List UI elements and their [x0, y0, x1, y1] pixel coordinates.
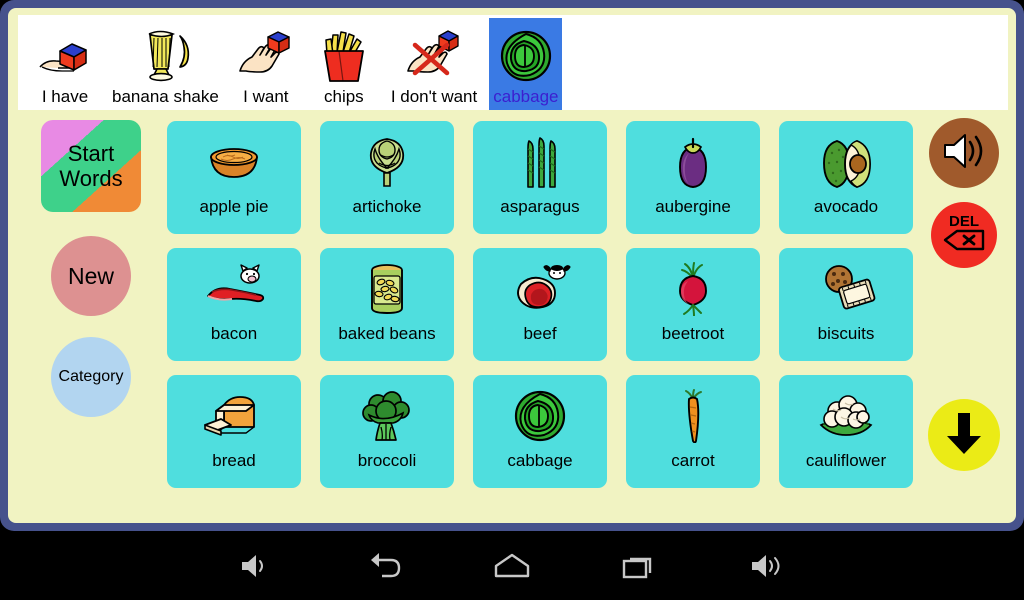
word-tile-bread[interactable]: bread [167, 375, 301, 488]
start-words-line2: Words [59, 166, 123, 191]
new-button-label: New [67, 262, 114, 289]
category-button-label: Category [58, 368, 124, 385]
word-tile-broccoli[interactable]: broccoli [320, 375, 454, 488]
start-words-button[interactable]: Start Words [41, 120, 141, 212]
new-button[interactable]: New [51, 236, 131, 316]
speaker-icon [941, 131, 987, 176]
fries-icon [313, 26, 375, 86]
sentence-item-cabbage[interactable]: cabbage [489, 18, 563, 110]
word-tile-aubergine[interactable]: aubergine [626, 121, 760, 234]
word-tile-label: carrot [671, 451, 715, 470]
word-tile-label: apple pie [199, 197, 269, 216]
word-tile-biscuits[interactable]: biscuits [779, 248, 913, 361]
sentence-item-label: chips [323, 87, 364, 106]
word-tile-artichoke[interactable]: artichoke [320, 121, 454, 234]
word-tile-carrot[interactable]: carrot [626, 375, 760, 488]
app-window: I have banana shake I want chips I don't… [0, 0, 1024, 531]
word-tile-label: avocado [813, 197, 879, 216]
word-tile-label: biscuits [817, 324, 875, 343]
asparagus-icon [507, 133, 573, 191]
apple-pie-icon [201, 133, 267, 191]
word-tile-avocado[interactable]: avocado [779, 121, 913, 234]
word-tile-label: baked beans [338, 324, 436, 343]
category-button[interactable]: Category [51, 337, 131, 417]
delete-button[interactable]: DEL [931, 202, 997, 268]
back-icon[interactable] [320, 531, 448, 600]
word-tile-label: artichoke [352, 197, 422, 216]
android-nav-bar [0, 531, 1024, 600]
sentence-item-label: I have [41, 87, 89, 106]
word-tile-cauliflower[interactable]: cauliflower [779, 375, 913, 488]
volume-up-icon[interactable] [704, 531, 832, 600]
word-tile-label: beetroot [661, 324, 725, 343]
word-tile-beef[interactable]: beef [473, 248, 607, 361]
carrot-icon [660, 387, 726, 445]
right-control-rail: DEL [922, 118, 1006, 471]
app-surface: I have banana shake I want chips I don't… [8, 8, 1016, 523]
word-tile-label: cauliflower [805, 451, 887, 470]
sentence-item-label: I want [243, 87, 289, 106]
volume-down-icon[interactable] [192, 531, 320, 600]
word-grid: apple pie artichoke asparagus aubergine … [167, 121, 913, 488]
arrow-down-icon [943, 410, 985, 461]
milkshake-banana-icon [134, 26, 196, 86]
cabbage-icon [495, 26, 557, 86]
bacon-icon [201, 260, 267, 318]
biscuits-icon [813, 260, 879, 318]
sentence-bar[interactable]: I have banana shake I want chips I don't… [18, 15, 1008, 110]
aubergine-icon [660, 133, 726, 191]
cabbage-icon [507, 387, 573, 445]
scroll-down-button[interactable] [928, 399, 1000, 471]
bread-icon [201, 387, 267, 445]
word-tile-baked-beans[interactable]: baked beans [320, 248, 454, 361]
start-words-line1: Start [67, 141, 115, 166]
crossed-hand-cube-icon [403, 26, 465, 86]
word-tile-label: aubergine [655, 197, 731, 216]
backspace-x-icon [942, 229, 986, 256]
hand-holding-cube-icon [34, 26, 96, 86]
baked-beans-can-icon [354, 260, 420, 318]
sentence-item-i-dont-want[interactable]: I don't want [387, 18, 481, 110]
sentence-item-chips[interactable]: chips [309, 18, 379, 110]
open-hand-cube-icon [235, 26, 297, 86]
beef-icon [507, 260, 573, 318]
sentence-item-banana-shake[interactable]: banana shake [108, 18, 223, 110]
word-tile-beetroot[interactable]: beetroot [626, 248, 760, 361]
cauliflower-icon [813, 387, 879, 445]
home-icon[interactable] [448, 531, 576, 600]
broccoli-icon [354, 387, 420, 445]
word-tile-label: bread [212, 451, 256, 470]
speak-button[interactable] [929, 118, 999, 188]
word-tile-asparagus[interactable]: asparagus [473, 121, 607, 234]
word-tile-label: cabbage [507, 451, 573, 470]
word-tile-bacon[interactable]: bacon [167, 248, 301, 361]
sentence-item-label: banana shake [112, 87, 219, 106]
artichoke-icon [354, 133, 420, 191]
word-tile-label: beef [523, 324, 557, 343]
delete-button-label: DEL [949, 212, 979, 230]
recents-icon[interactable] [576, 531, 704, 600]
word-tile-label: bacon [210, 324, 258, 343]
left-control-rail: Start Words New Category [30, 120, 152, 417]
word-tile-cabbage[interactable]: cabbage [473, 375, 607, 488]
word-tile-apple-pie[interactable]: apple pie [167, 121, 301, 234]
beetroot-icon [660, 260, 726, 318]
sentence-item-i-want[interactable]: I want [231, 18, 301, 110]
device-screen: I have banana shake I want chips I don't… [0, 0, 1024, 600]
avocado-icon [813, 133, 879, 191]
word-tile-label: asparagus [500, 197, 580, 216]
start-words-label: Start Words [59, 141, 122, 191]
sentence-item-label: I don't want [390, 87, 478, 106]
sentence-item-i-have[interactable]: I have [30, 18, 100, 110]
word-tile-label: broccoli [357, 451, 417, 470]
sentence-item-label: cabbage [493, 87, 559, 106]
